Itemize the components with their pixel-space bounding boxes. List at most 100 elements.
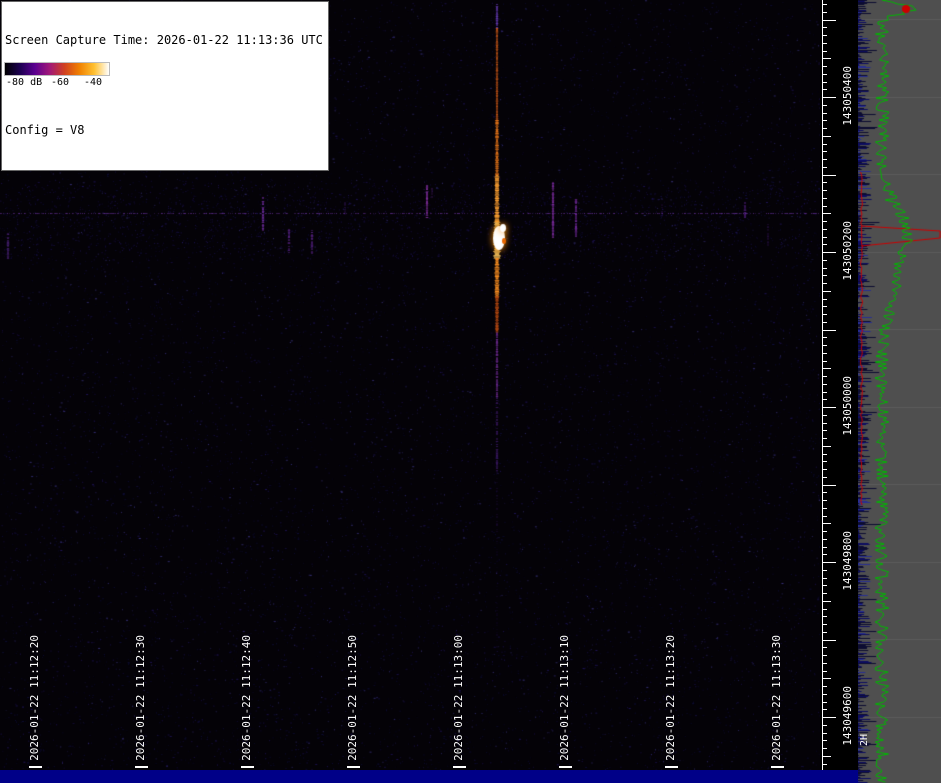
ruler-tick (823, 724, 827, 726)
ruler-tick (823, 569, 827, 571)
ruler-tick (823, 600, 831, 602)
legend-label-minus40: -40 (84, 77, 103, 88)
ruler-tick (823, 213, 831, 215)
ruler-tick (823, 763, 827, 765)
ruler-tick (823, 515, 827, 517)
frequency-label: 143049600 (841, 686, 854, 746)
ruler-tick (823, 608, 827, 610)
color-scale-labels: -80 dB -60 -40 (4, 76, 110, 90)
ruler-tick (823, 128, 827, 129)
ruler-tick (823, 422, 827, 424)
ruler-tick (823, 670, 827, 672)
ruler-tick (823, 538, 827, 540)
ruler-tick (823, 523, 831, 525)
ruler-tick (823, 461, 827, 463)
ruler-tick (823, 11, 827, 13)
ruler-tick (823, 717, 836, 718)
ruler-tick (823, 577, 827, 579)
ruler-tick (823, 97, 836, 98)
ruler-tick (823, 500, 827, 501)
ruler-tick (823, 507, 827, 509)
ruler-tick (823, 252, 836, 253)
ruler-tick (823, 259, 827, 261)
ruler-tick (823, 306, 827, 308)
ruler-tick (823, 686, 827, 687)
ruler-tick (823, 321, 827, 323)
ruler-tick (823, 639, 836, 641)
ruler-tick (823, 42, 827, 44)
ruler-tick (823, 275, 827, 277)
ruler-tick (823, 81, 827, 83)
legend-label-minus80: -80 dB (6, 77, 43, 88)
ruler-tick (823, 631, 827, 633)
ruler-tick (823, 50, 827, 52)
ruler-tick (823, 662, 827, 664)
frequency-label: 143050200 (841, 221, 854, 281)
ruler-tick (823, 112, 827, 114)
color-scale-gradient (4, 62, 110, 76)
ruler-tick (823, 190, 827, 191)
ruler-tick (823, 414, 827, 416)
resolution-label: 2H (859, 734, 870, 747)
ruler-tick (823, 197, 827, 199)
ruler-tick (823, 740, 827, 742)
ruler-tick (823, 66, 827, 67)
ruler-tick (823, 476, 827, 478)
ruler-tick (823, 73, 827, 75)
db-color-legend: -80 dB -60 -40 (4, 62, 110, 90)
ruler-tick (823, 27, 827, 29)
ruler-tick (823, 453, 827, 455)
ruler-tick (823, 228, 827, 230)
ruler-tick (823, 585, 827, 587)
ruler-tick (823, 399, 827, 401)
ruler-tick (823, 693, 827, 695)
ruler-tick (823, 484, 836, 486)
legend-label-minus60: -60 (51, 77, 70, 88)
ruler-tick (823, 205, 827, 207)
ruler-tick (823, 345, 827, 346)
ruler-tick (823, 624, 827, 625)
ruler-tick (823, 174, 836, 176)
ruler-tick (823, 19, 836, 21)
ruler-tick (823, 314, 827, 315)
ruler-tick (823, 244, 827, 246)
ruler-tick (823, 58, 831, 60)
ruler-tick (823, 748, 827, 749)
ruler-tick (823, 391, 827, 393)
ruler-tick (823, 678, 831, 680)
ruler-tick (823, 143, 827, 145)
ruler-tick (823, 655, 827, 656)
ruler-tick (823, 236, 827, 238)
ruler-tick (823, 35, 827, 36)
capture-time-text: Screen Capture Time: 2026-01-22 11:13:36… (5, 33, 323, 47)
ruler-tick (823, 329, 836, 331)
ruler-tick (823, 755, 831, 757)
ruler-tick (823, 383, 827, 385)
config-text: Config = V8 (5, 123, 85, 137)
frequency-label: 143050400 (841, 66, 854, 126)
ruler-tick (823, 438, 827, 439)
ruler-tick (823, 531, 827, 532)
ruler-tick (823, 701, 827, 703)
ruler-tick (823, 151, 827, 153)
frequency-labels: 143050400 143050200 143050000 143049800 1430… (838, 0, 858, 770)
ruler-tick (823, 368, 831, 370)
ruler-tick (823, 407, 836, 408)
ruler-tick (823, 267, 827, 269)
bottom-scrollbar[interactable] (0, 770, 858, 783)
ruler-tick (823, 159, 827, 160)
ruler-tick (823, 732, 827, 734)
ruler-tick (823, 445, 831, 447)
ruler-tick (823, 554, 827, 556)
ruler-tick (823, 360, 827, 362)
ruler-tick (823, 709, 827, 711)
ruler-tick (823, 166, 827, 168)
ruler-tick (823, 298, 827, 300)
ruler-tick (823, 492, 827, 494)
spectrum-analyzer-panel (858, 0, 941, 783)
frequency-ruler (820, 0, 838, 770)
ruler-tick (823, 352, 827, 354)
ruler-tick (823, 221, 827, 222)
ruler-tick (823, 593, 827, 594)
ruler-tick (823, 616, 827, 618)
